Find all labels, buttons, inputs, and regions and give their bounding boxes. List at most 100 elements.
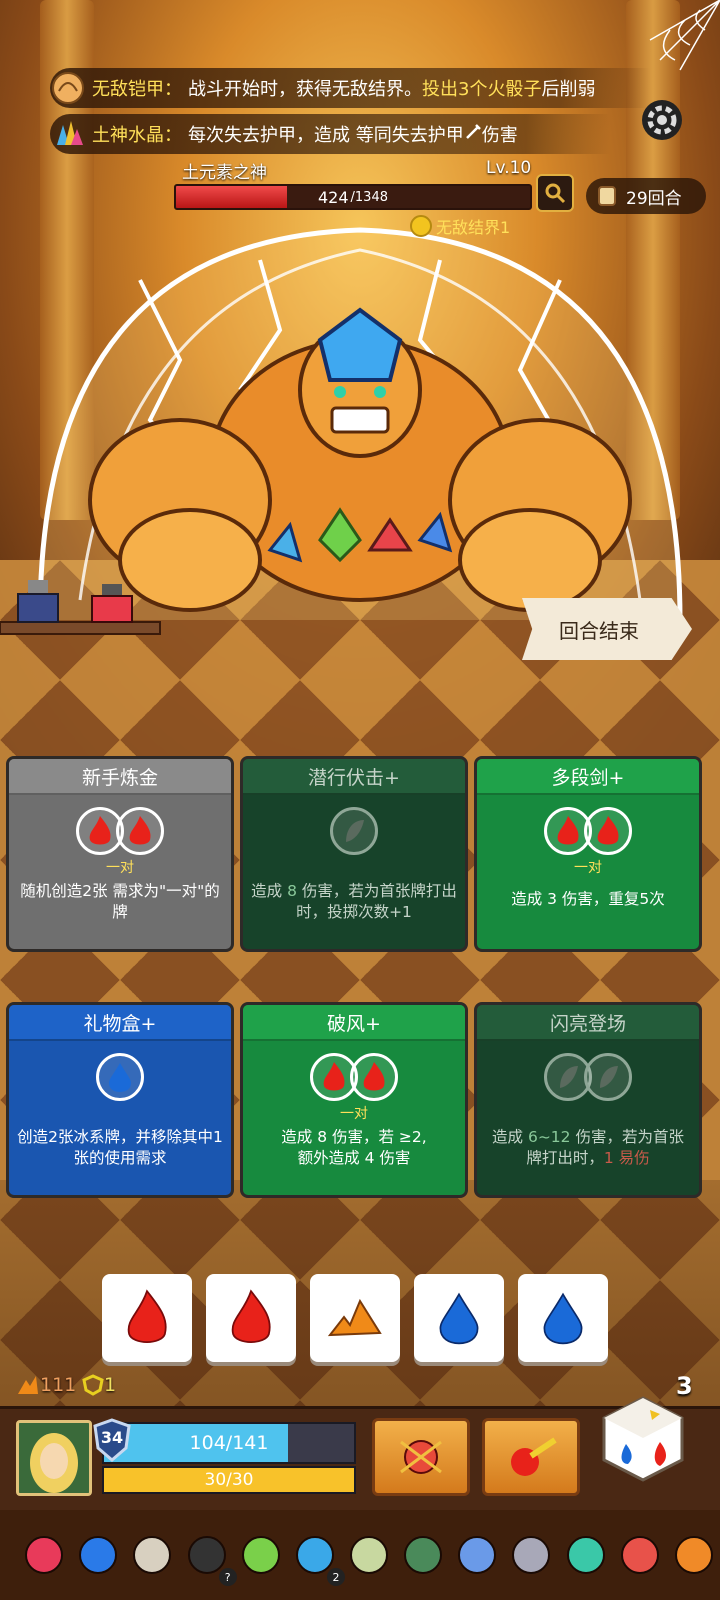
- card-break-wind[interactable]: 破风+ 一对 造成 8 伤害，若 ≥2, 额外造成 4 伤害: [240, 1002, 468, 1198]
- card-dice-slots: [477, 807, 699, 859]
- potion-red-icon: [91, 584, 133, 623]
- cobweb-decoration: [649, 0, 720, 71]
- buff-highlight: 投出3个火骰子: [422, 79, 542, 100]
- settings-gear-icon[interactable]: [638, 96, 686, 144]
- turtle-shell-icon[interactable]: [397, 1528, 449, 1582]
- card-description: 造成 3 伤害，重复5次: [511, 890, 665, 908]
- dice-water[interactable]: [518, 1274, 608, 1362]
- boss-status-invincible[interactable]: 无敌结界1: [410, 214, 510, 238]
- fire-icon: [597, 816, 619, 845]
- fire-icon: [557, 816, 579, 845]
- player-avatar[interactable]: [16, 1420, 92, 1496]
- snowflake-icon[interactable]: [451, 1528, 503, 1582]
- buff-invincible-armor[interactable]: 无敌铠甲： 战斗开始时，获得无敌结界。 投出3个火骰子 后削弱: [50, 68, 650, 108]
- card-requirement: 一对: [106, 860, 134, 876]
- card-damage-value: 8: [287, 882, 297, 900]
- card-title: 多段剑+: [477, 759, 699, 795]
- boss-status-label: 无敌结界1: [436, 218, 511, 237]
- dice-fire[interactable]: [206, 1274, 296, 1362]
- blue-wisp-icon[interactable]: [72, 1528, 124, 1582]
- player-hp-bar: 104/141: [102, 1422, 356, 1464]
- skill-punch-button[interactable]: [372, 1418, 470, 1496]
- fire-icon: [129, 816, 151, 845]
- card-damage-value: 6~12: [527, 1128, 571, 1146]
- fireball-icon: [511, 1437, 557, 1476]
- dice-water[interactable]: [414, 1274, 504, 1362]
- card-requirement: [477, 1103, 699, 1121]
- card-description: 创造2张冰系牌，并移除其中1张的使用需求: [17, 1128, 223, 1167]
- card-desc-part: 造成: [251, 882, 288, 900]
- green-mask-icon[interactable]: [560, 1528, 612, 1582]
- player-armor-badge: 34: [92, 1418, 132, 1462]
- silver-bowl-icon[interactable]: [505, 1528, 557, 1582]
- fist-icon: [400, 1440, 442, 1474]
- earth-rock-icon: [327, 1298, 382, 1337]
- search-icon: [545, 183, 566, 204]
- card-stealth-ambush[interactable]: 潜行伏击+ 造成 8 伤害，若为首张牌打出时，投掷次数+1: [240, 756, 468, 952]
- end-turn-label: 回合结束: [559, 618, 639, 643]
- boss-level: Lv.10: [486, 158, 532, 178]
- card-desc-part: 造成: [492, 1128, 528, 1146]
- fire-die-slot: [584, 807, 632, 855]
- card-desc-line: 额外造成 4 伤害: [297, 1149, 411, 1167]
- magic-hat-icon[interactable]: ?: [180, 1528, 237, 1586]
- dice-earth[interactable]: [310, 1274, 400, 1362]
- scroll-icon[interactable]: [126, 1528, 178, 1582]
- earth-die-slot: [584, 1053, 632, 1101]
- card-description: 造成 8 伤害，若 ≥2, 额外造成 4 伤害: [243, 1121, 465, 1169]
- turn-count-label: 29回合: [626, 188, 682, 209]
- card-dice-slots: [243, 807, 465, 859]
- shield-value: 1: [104, 1374, 117, 1396]
- armor-value: 34: [100, 1428, 124, 1447]
- fire-icon: [363, 1062, 385, 1091]
- buff-earth-crystal[interactable]: 土神水晶： 每次失去护甲，造成 等同失去护甲 伤害: [50, 114, 610, 154]
- feather-icon: [560, 1066, 578, 1088]
- blue-orb-icon[interactable]: 2: [289, 1528, 345, 1586]
- roll-dice-button[interactable]: [598, 1394, 688, 1484]
- card-description: 造成 8 伤害，若为首张牌打出时，投掷次数+1: [243, 875, 465, 923]
- relic-bar: ? 2: [0, 1510, 720, 1600]
- fire-icon: [323, 1062, 345, 1091]
- card-multi-sword[interactable]: 多段剑+ 一对 造成 3 伤害，重复5次: [474, 756, 702, 952]
- buff-text: 每次失去护甲，造成 等同失去护甲: [188, 125, 464, 146]
- card-novice-alchemy[interactable]: 新手炼金 一对 随机创造2张 需求为"一对"的牌: [6, 756, 234, 952]
- barrier-icon: [410, 215, 432, 237]
- end-turn-button[interactable]: 回合结束: [522, 598, 692, 660]
- card-dice-slots: [9, 807, 231, 859]
- card-title: 新手炼金: [9, 759, 231, 795]
- feather-icon: [600, 1066, 618, 1088]
- energy-icon: [18, 1376, 38, 1394]
- hero-portrait-icon: [19, 1423, 89, 1493]
- turn-counter: 29回合: [586, 178, 706, 214]
- potion-gray-icon: [17, 580, 59, 623]
- fire-die-slot: [350, 1053, 398, 1101]
- boss-info-button[interactable]: [536, 174, 574, 212]
- orange-cloth-icon[interactable]: [668, 1528, 720, 1582]
- red-gem-icon[interactable]: [18, 1528, 70, 1582]
- scroll-icon: [598, 186, 616, 206]
- card-description: 随机创造2张 需求为"一对"的牌: [20, 882, 220, 921]
- potion-shelf[interactable]: [0, 570, 170, 660]
- skill-fireball-button[interactable]: [482, 1418, 580, 1496]
- card-dice-slots: [9, 1053, 231, 1105]
- card-gift-box[interactable]: 礼物盒+ 创造2张冰系牌，并移除其中1张的使用需求: [6, 1002, 234, 1198]
- dice-fire[interactable]: [102, 1274, 192, 1362]
- buff-name: 土神水晶：: [92, 125, 182, 146]
- card-dice-slots: [477, 1053, 699, 1105]
- earth-die-slot: [330, 807, 378, 855]
- shield-stat: 1: [82, 1374, 116, 1396]
- card-requirement: [243, 857, 465, 875]
- water-drop-icon: [543, 1292, 583, 1345]
- card-shining-entrance[interactable]: 闪亮登场 造成 6~12 伤害，若为首张牌打出时，1 易伤: [474, 1002, 702, 1198]
- totem-icon[interactable]: [614, 1528, 666, 1582]
- card-requirement: [9, 1103, 231, 1121]
- leaf-icon[interactable]: [235, 1528, 287, 1582]
- armor-shell-icon: [50, 70, 86, 106]
- shield-icon: [82, 1374, 104, 1396]
- buff-text-end: 后削弱: [541, 79, 596, 100]
- feather-icon[interactable]: [343, 1528, 395, 1582]
- boss-hp-current: 424: [317, 187, 349, 207]
- crystal-cluster-icon: [50, 116, 86, 152]
- card-title: 潜行伏击+: [243, 759, 465, 795]
- water-drop-icon: [439, 1292, 479, 1345]
